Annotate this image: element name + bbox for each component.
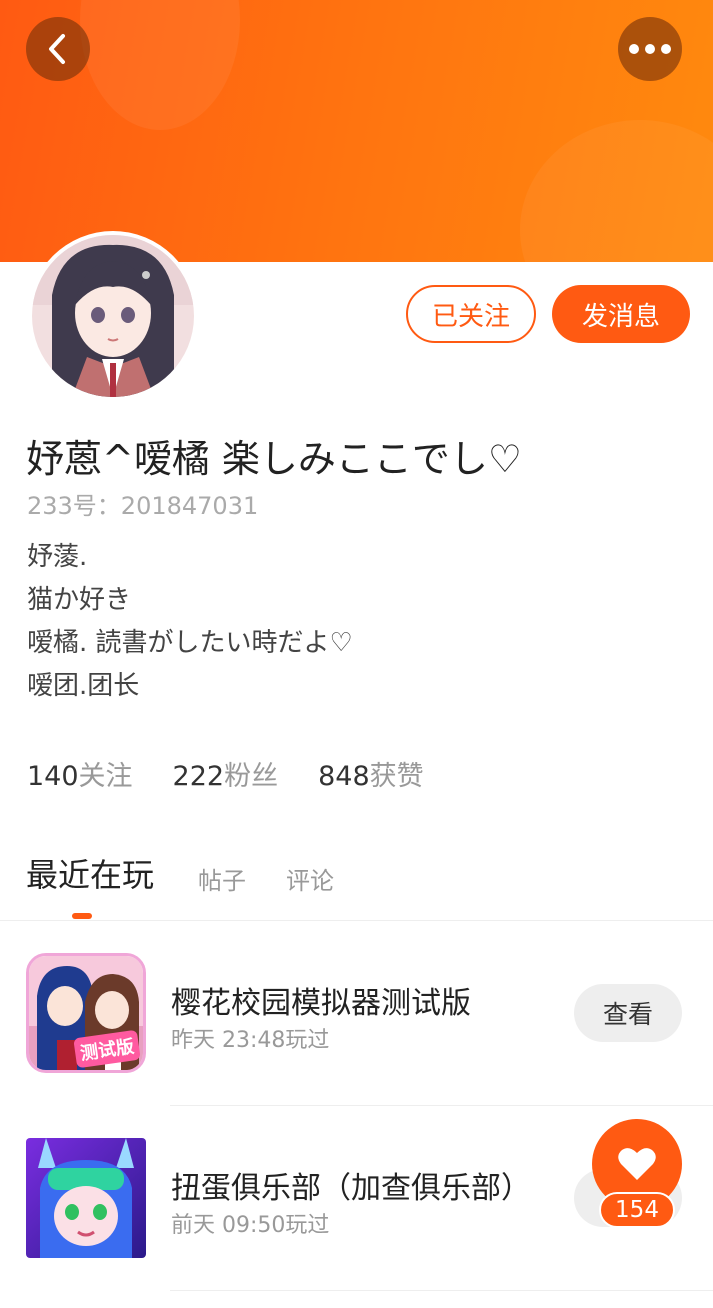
stat-number: 848 — [318, 761, 370, 792]
divider — [170, 1290, 713, 1291]
tab-posts[interactable]: 帖子 — [198, 861, 246, 896]
game-title: 扭蛋俱乐部（加查俱乐部） — [171, 1171, 531, 1206]
game-title: 樱花校园模拟器测试版 — [171, 986, 471, 1021]
bio-line: 妤蔆. — [27, 542, 88, 572]
followed-button[interactable]: 已关注 — [406, 285, 536, 343]
game-icon — [26, 1138, 146, 1258]
stat-likes[interactable]: 848获赞 — [318, 754, 424, 793]
game-last-played: 前天 09:50玩过 — [171, 1213, 330, 1238]
game-icon-image — [26, 1138, 146, 1258]
stat-label: 关注 — [78, 761, 133, 792]
user-id: 233号：201847031 — [27, 492, 259, 520]
bio-line: 嗳团.团长 — [27, 671, 140, 701]
game-icon-image: 测试版 — [29, 956, 143, 1070]
game-icon: 测试版 — [26, 953, 146, 1073]
game-last-played: 昨天 23:48玩过 — [171, 1028, 330, 1053]
active-tab-indicator — [72, 913, 92, 919]
heart-icon — [618, 1148, 656, 1180]
send-message-button[interactable]: 发消息 — [552, 285, 690, 343]
back-button[interactable] — [26, 17, 90, 81]
bio-line: 猫か好き — [27, 585, 132, 615]
profile-banner — [0, 0, 713, 262]
view-game-button[interactable]: 查看 — [574, 984, 682, 1042]
stat-label: 获赞 — [369, 761, 424, 792]
avatar[interactable] — [28, 231, 198, 401]
nickname: 妤蒽^嗳橘 楽しみここでし♡ — [26, 437, 522, 481]
stats-bar: 140关注 222粉丝 848获赞 — [27, 754, 464, 793]
stat-number: 222 — [172, 761, 225, 792]
stat-following[interactable]: 140关注 — [27, 754, 133, 793]
tab-bar: 最近在玩 帖子 评论 — [26, 850, 374, 896]
divider — [0, 920, 713, 921]
tab-recently-played[interactable]: 最近在玩 — [26, 850, 154, 896]
tab-comments[interactable]: 评论 — [286, 861, 334, 896]
banner-decoration — [520, 120, 713, 262]
game-item[interactable]: 测试版 樱花校园模拟器测试版 昨天 23:48玩过 查看 — [0, 940, 713, 1080]
bio: 妤蔆. 猫か好き 嗳橘. 読書がしたい時だよ♡ 嗳团.团长 — [27, 536, 353, 708]
stat-number: 140 — [27, 761, 79, 792]
like-count: 154 — [599, 1192, 675, 1228]
stat-followers[interactable]: 222粉丝 — [173, 754, 279, 793]
banner-decoration — [80, 0, 240, 130]
chevron-left-icon — [49, 34, 65, 64]
divider — [170, 1105, 713, 1106]
more-button[interactable] — [618, 17, 682, 81]
bio-line: 嗳橘. 読書がしたい時だよ♡ — [27, 628, 353, 658]
avatar-image — [32, 235, 194, 397]
more-dots-icon — [629, 44, 671, 54]
stat-label: 粉丝 — [224, 761, 279, 792]
